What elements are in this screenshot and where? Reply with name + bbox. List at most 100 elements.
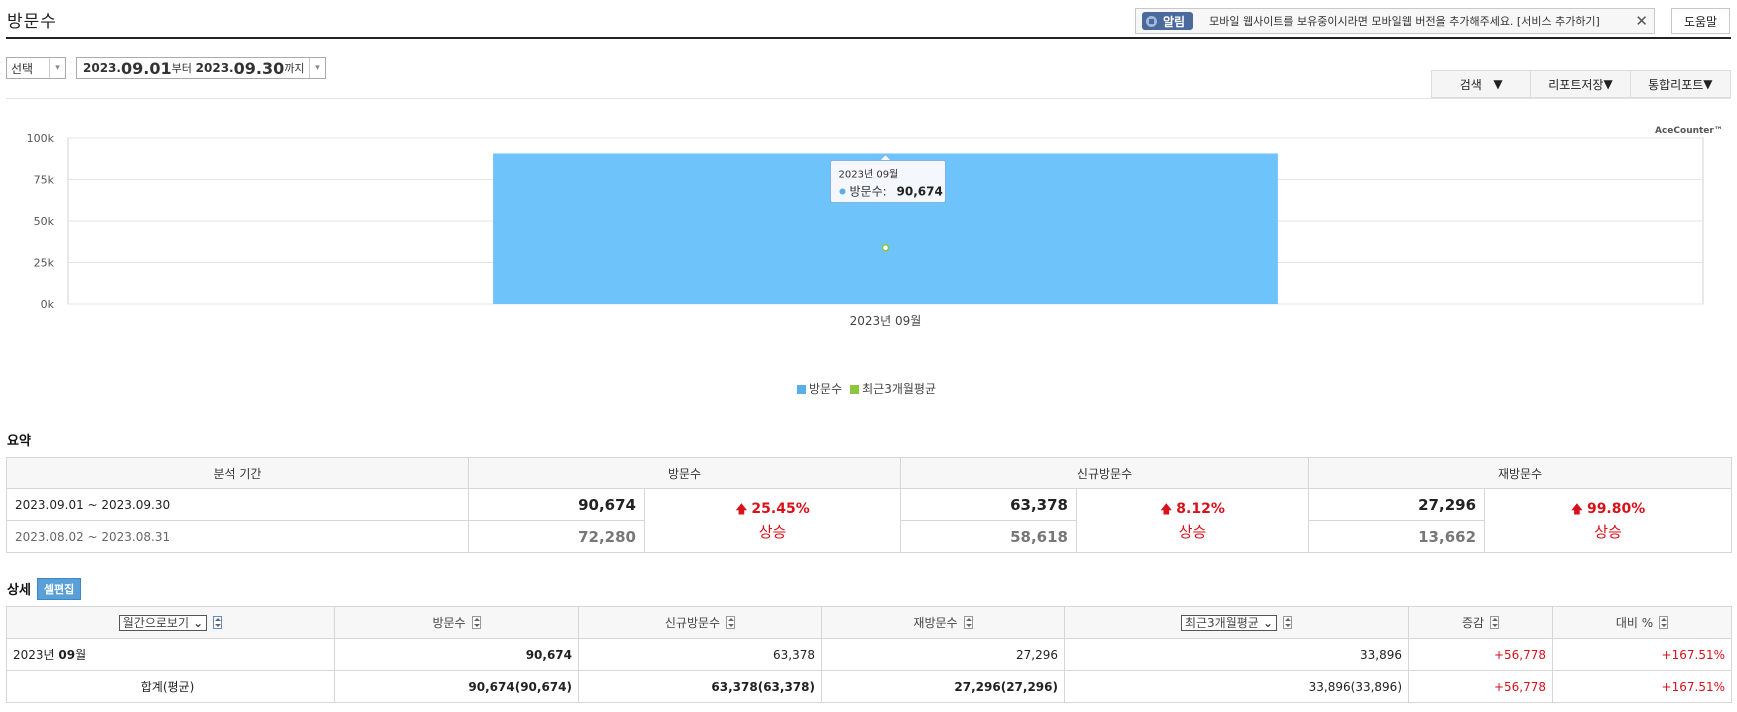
report-toolbar: 검색 ▼ 리포트저장 ▼ 통합리포트 ▼ (1431, 70, 1731, 98)
close-icon[interactable]: ✕ (1635, 12, 1648, 30)
sort-icon[interactable] (213, 615, 223, 629)
period-select-value: 선택 (11, 61, 34, 76)
tooltip-label: 방문수: (850, 184, 887, 198)
caret-down-icon: ▼ (1703, 77, 1713, 91)
avg-select[interactable]: 최근3개월평균 (1180, 614, 1278, 631)
sort-icon[interactable] (1490, 616, 1500, 629)
sort-icon[interactable] (1659, 616, 1669, 629)
view-select[interactable]: 월간으로보기 (118, 614, 208, 631)
date-end-year: 2023. (195, 61, 234, 75)
visits-chart: 0k25k50k75k100k2023년 09월2023년 09월방문수: 90,… (27, 132, 1704, 328)
summary-header: 신규방문수 (899, 457, 1310, 489)
arrow-up-icon: 🡅 (1160, 501, 1173, 516)
previous-period: 2023.08.02 ~ 2023.08.31 (6, 520, 469, 553)
new-visits-change: 🡅 8.12% 상승 (1075, 488, 1310, 553)
summary-title: 요약 (7, 434, 31, 449)
caret-down-icon: ▼ (1493, 77, 1503, 91)
header-divider (6, 37, 1731, 39)
y-tick-label: 75k (34, 174, 55, 187)
arrow-up-icon: 🡅 (1570, 501, 1584, 516)
change-word: 상승 (1178, 522, 1207, 541)
brand-label: AceCounter™ (1655, 126, 1723, 136)
cell-new: 63,378 (578, 638, 822, 671)
total-return: 27,296(27,296) (821, 670, 1065, 703)
page-title: 방문수 (7, 12, 57, 32)
total-visits: 90,674(90,674) (334, 670, 579, 703)
col-change[interactable]: 증감 (1408, 606, 1553, 639)
date-to-suffix: 까지 (284, 62, 305, 75)
summary-header: 분석 기간 (6, 457, 469, 489)
table-row: 2023년 09월 90,674 63,378 27,296 33,896 +5… (6, 638, 1732, 671)
integrated-report-button[interactable]: 통합리포트 ▼ (1631, 71, 1730, 97)
visits-previous: 72,280 (468, 520, 645, 553)
col-label: 재방문수 (913, 616, 958, 630)
cell-return: 27,296 (821, 638, 1065, 671)
chevron-down-icon: ▾ (49, 58, 65, 78)
visits-change: 🡅 25.45% 상승 (644, 488, 901, 553)
return-visits-previous: 13,662 (1308, 520, 1486, 553)
row-label-post: 월 (75, 648, 87, 662)
view-select-header: 월간으로보기 (6, 606, 335, 639)
change-pct: 25.45% (751, 500, 810, 517)
toolbar-divider (6, 98, 1731, 99)
period-select[interactable]: 선택 ▾ (6, 57, 66, 79)
cell-ratio: +167.51% (1552, 638, 1732, 671)
y-tick-label: 25k (34, 257, 55, 270)
return-visits-change: 🡅 99.80% 상승 (1484, 488, 1733, 553)
total-change: +56,778 (1408, 670, 1553, 703)
col-visits[interactable]: 방문수 (334, 606, 579, 639)
chevron-down-icon: ▾ (309, 58, 325, 78)
summary-header: 재방문수 (1308, 457, 1733, 489)
col-ratio[interactable]: 대비 % (1552, 606, 1732, 639)
legend-item-avg[interactable]: 최근3개월평균 (850, 380, 936, 397)
notice-icon (1146, 15, 1157, 27)
detail-table: 월간으로보기 방문수 신규방문수 재방문수 최근3개월평균 증감 대비 % 20… (6, 606, 1732, 703)
y-tick-label: 0k (41, 298, 55, 311)
save-report-label: 리포트저장 (1548, 77, 1604, 92)
col-avg: 최근3개월평균 (1064, 606, 1409, 639)
edit-cells-button[interactable]: 셀편집 (36, 578, 82, 600)
col-new[interactable]: 신규방문수 (578, 606, 822, 639)
cell-change: +56,778 (1408, 638, 1553, 671)
legend-label: 방문수 (809, 382, 843, 396)
legend-swatch (797, 385, 806, 394)
help-button[interactable]: 도움말 (1671, 8, 1730, 34)
tooltip-title: 2023년 09월 (839, 168, 899, 180)
notice-bar: 알림 모바일 웹사이트를 보유중이시라면 모바일웹 버전을 추가해주세요. [서… (1135, 8, 1655, 34)
sort-icon[interactable] (471, 616, 481, 629)
total-avg: 33,896(33,896) (1064, 670, 1409, 703)
detail-title-wrap: 상세 셀편집 (7, 578, 82, 600)
row-label-bold: 09 (58, 648, 76, 662)
notice-badge: 알림 (1142, 12, 1194, 30)
col-label: 신규방문수 (664, 616, 721, 630)
sort-icon[interactable] (963, 616, 973, 629)
date-range-picker[interactable]: 2023. 09.01 부터 2023. 09.30 까지 ▾ (76, 57, 326, 79)
sort-icon[interactable] (726, 616, 736, 629)
row-label: 2023년 09월 (6, 638, 335, 671)
new-visits-previous: 58,618 (900, 520, 1077, 553)
legend-label: 최근3개월평균 (862, 382, 937, 396)
save-report-button[interactable]: 리포트저장 ▼ (1531, 71, 1631, 97)
legend-item-visits[interactable]: 방문수 (797, 380, 842, 397)
col-return[interactable]: 재방문수 (821, 606, 1065, 639)
visits-current: 90,674 (468, 488, 645, 521)
change-pct: 8.12% (1176, 500, 1225, 517)
row-label-pre: 2023년 (13, 648, 59, 662)
notice-text[interactable]: 모바일 웹사이트를 보유중이시라면 모바일웹 버전을 추가해주세요. [서비스 … (1209, 13, 1629, 29)
return-visits-current: 27,296 (1308, 488, 1486, 521)
detail-title: 상세 (7, 583, 31, 598)
y-tick-label: 100k (27, 132, 55, 145)
col-label: 증감 (1461, 616, 1485, 630)
summary-table: 분석 기간 방문수 신규방문수 재방문수 2023.09.01 ~ 2023.0… (6, 457, 1733, 553)
summary-header: 방문수 (468, 457, 901, 489)
change-word: 상승 (758, 522, 787, 541)
tooltip-dot (839, 188, 846, 195)
cell-avg: 33,896 (1064, 638, 1409, 671)
date-start-year: 2023. (83, 61, 121, 75)
sort-icon[interactable] (1283, 615, 1293, 629)
current-period: 2023.09.01 ~ 2023.09.30 (6, 488, 469, 521)
chart-legend: 방문수 최근3개월평균 (797, 380, 936, 397)
change-pct: 99.80% (1586, 500, 1646, 517)
col-label: 방문수 (432, 616, 466, 630)
search-button[interactable]: 검색 ▼ (1432, 71, 1532, 97)
